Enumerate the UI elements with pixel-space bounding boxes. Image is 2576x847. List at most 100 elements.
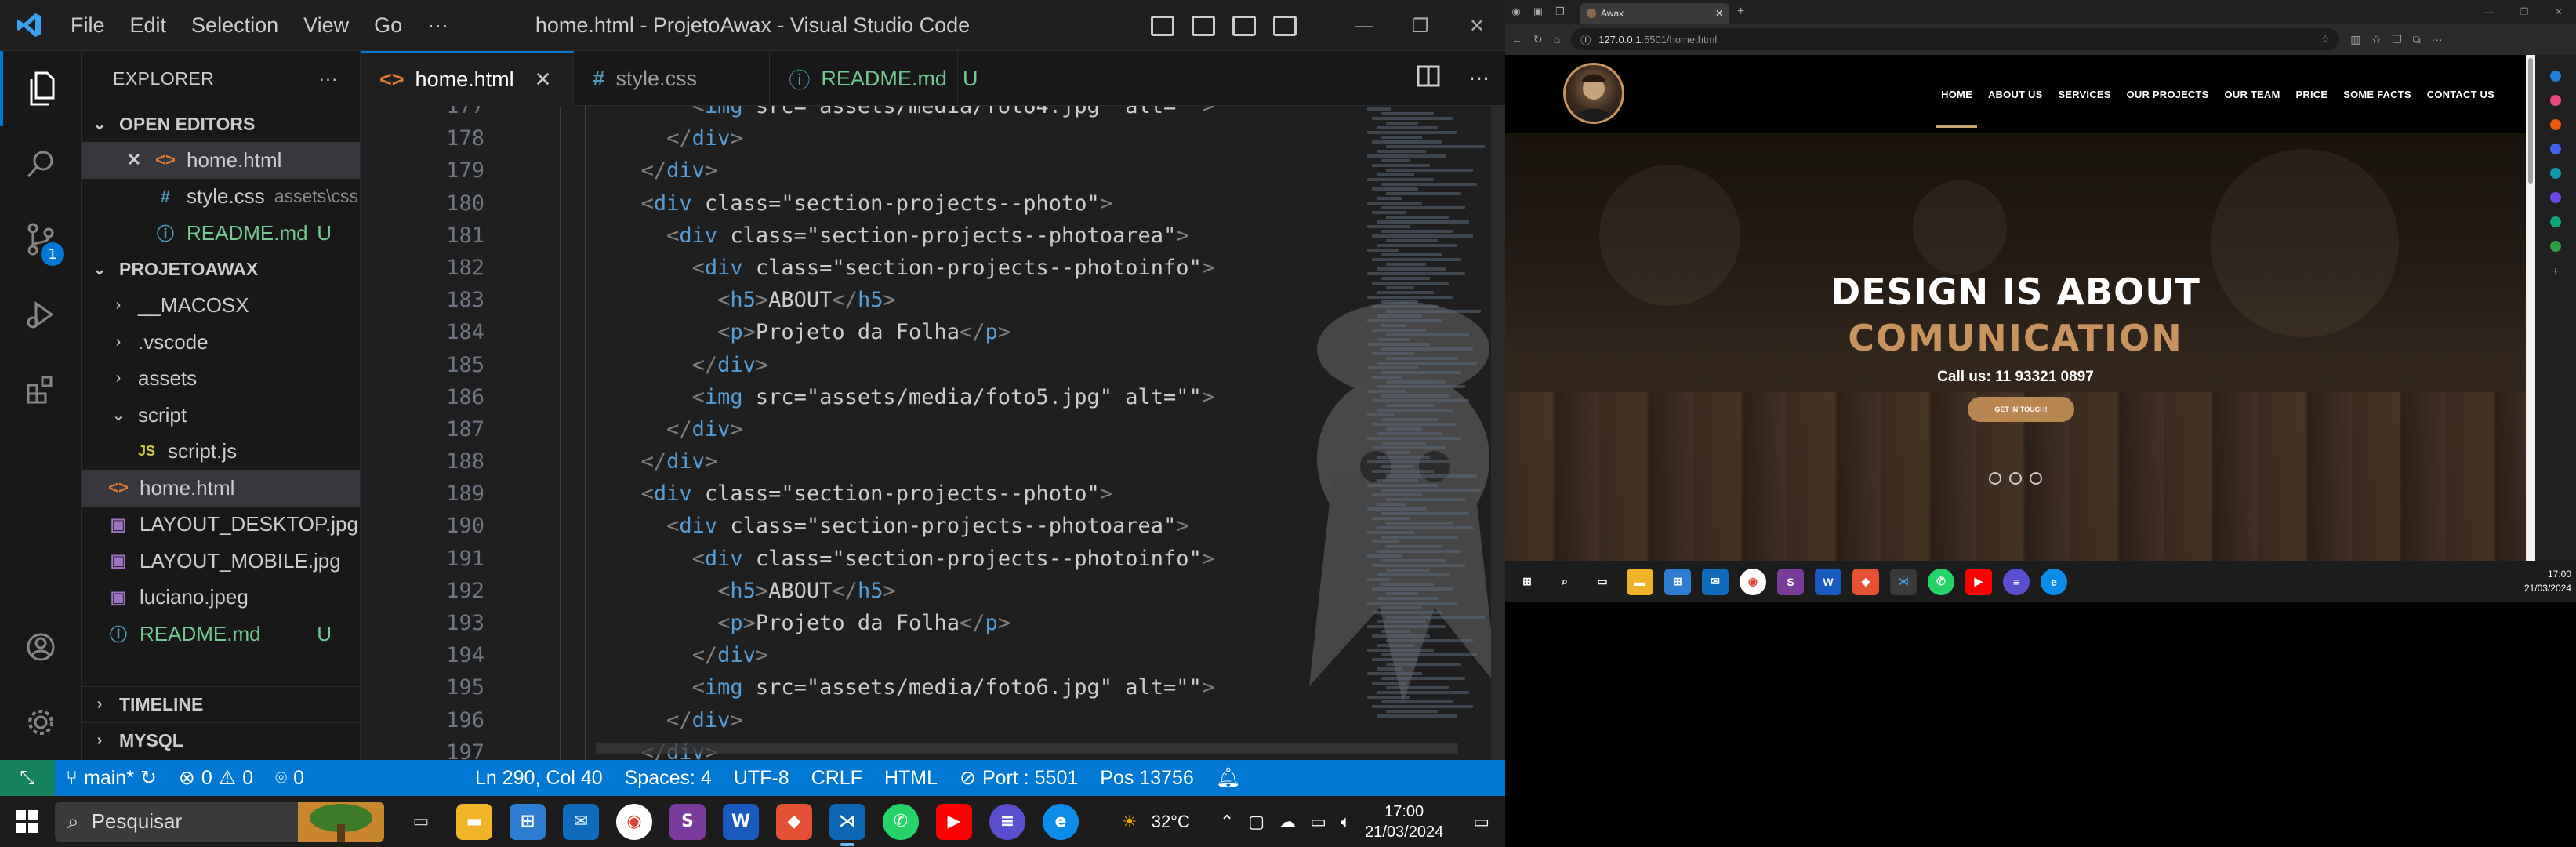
menu-more[interactable]: ··· <box>415 13 461 38</box>
nav-home[interactable]: HOME <box>1936 89 1977 128</box>
vscode-logo-icon[interactable] <box>0 0 58 51</box>
whatsapp-icon[interactable]: ✆ <box>1928 568 1954 595</box>
minimap[interactable] <box>1367 106 1485 760</box>
project-folder-header[interactable]: ⌄ PROJETOAWAX <box>82 252 360 288</box>
code-line[interactable]: <h5>ABOUT</h5> <box>513 284 1391 316</box>
file-home-html[interactable]: <> home.html <box>82 470 360 507</box>
code-line[interactable]: <div class="section-projects--photoarea"… <box>513 220 1391 252</box>
ms-store-icon[interactable]: ⊞ <box>510 803 546 840</box>
code-line[interactable]: </div> <box>513 445 1391 478</box>
word-icon[interactable]: W <box>723 803 759 840</box>
windows-start-icon[interactable]: ⊞ <box>1514 569 1540 595</box>
home-icon[interactable]: ⌂ <box>1554 33 1560 45</box>
notifications-bell-icon[interactable]: 🔔︎ <box>1205 767 1252 790</box>
split-editor-icon[interactable] <box>1417 65 1440 93</box>
office-icon[interactable] <box>2550 168 2561 179</box>
task-view-icon[interactable]: ▭ <box>1589 569 1616 595</box>
more-icon[interactable]: ··· <box>2432 33 2443 45</box>
file-readme[interactable]: ⓘ README.md U <box>82 616 360 653</box>
sublime-icon[interactable]: S <box>1777 568 1804 595</box>
carousel-dot[interactable] <box>2009 472 2022 485</box>
nav-our-projects[interactable]: OUR PROJECTS <box>2127 89 2209 100</box>
encoding[interactable]: UTF-8 <box>723 767 800 790</box>
code-line[interactable]: <div class="section-projects--photoarea"… <box>513 510 1391 542</box>
cursor-position[interactable]: Ln 290, Col 40 <box>464 767 614 790</box>
horizontal-scrollbar[interactable] <box>596 743 1458 754</box>
search-icon[interactable] <box>2550 71 2561 82</box>
chrome-icon[interactable]: ◉ <box>616 803 652 840</box>
weather-temp[interactable]: 32°C <box>1152 812 1190 832</box>
menu-edit[interactable]: Edit <box>118 13 180 38</box>
indentation[interactable]: Spaces: 4 <box>614 767 723 790</box>
code-line[interactable]: </div> <box>513 154 1391 187</box>
code-line[interactable]: </div> <box>513 349 1391 381</box>
file-script-js[interactable]: JS script.js <box>82 434 360 471</box>
live-server-port[interactable]: ⊘ Port : 5501 <box>949 766 1089 790</box>
sublime-icon[interactable]: S <box>669 803 706 840</box>
cloud-icon[interactable]: ☁ <box>1279 812 1296 832</box>
problems-indicator[interactable]: ⊗ 0 ⚠ 0 <box>168 766 264 790</box>
file-explorer-icon[interactable]: ▬ <box>1627 568 1653 595</box>
char-position[interactable]: Pos 13756 <box>1089 767 1205 790</box>
git-branch[interactable]: ⑂ main* ↻ <box>55 766 168 790</box>
timeline-header[interactable]: › TIMELINE <box>82 686 361 722</box>
folder-script[interactable]: ⌄ script <box>82 397 360 434</box>
get-in-touch-button[interactable]: GET IN TOUCH! <box>1968 397 2074 422</box>
app-icon[interactable]: ≡ <box>989 803 1025 840</box>
remote-indicator-icon[interactable]: ⤡ <box>0 760 55 796</box>
file-luciano[interactable]: ▣ luciano.jpeg <box>82 580 360 616</box>
code-line[interactable]: </div> <box>513 704 1391 736</box>
git-icon[interactable]: ◆ <box>776 803 812 840</box>
youtube-icon[interactable]: ▶ <box>936 803 972 840</box>
code-line[interactable]: </div> <box>513 639 1391 671</box>
toggle-secondary-sidebar-icon[interactable] <box>1232 15 1256 36</box>
clock[interactable]: 17:00 21/03/2024 <box>1365 802 1443 842</box>
youtube-icon[interactable]: ▶ <box>1965 568 1992 595</box>
nav-some-facts[interactable]: SOME FACTS <box>2343 89 2411 100</box>
network-icon[interactable]: ▭ <box>1310 812 1326 832</box>
explorer-more-actions-icon[interactable]: ··· <box>319 68 338 89</box>
menu-selection[interactable]: Selection <box>179 13 291 38</box>
vscode-taskbar-icon[interactable]: ⋊ <box>1890 568 1917 595</box>
file-layout-mobile[interactable]: ▣ LAYOUT_MOBILE.jpg <box>82 543 360 580</box>
favorite-star-icon[interactable]: ☆ <box>2321 33 2331 45</box>
drop-icon[interactable] <box>2550 216 2561 227</box>
extensions-icon[interactable] <box>0 352 82 427</box>
refresh-icon[interactable]: ↻ <box>1533 33 1543 46</box>
code-line[interactable]: <div class="section-projects--photoinfo"… <box>513 543 1391 575</box>
app-icon[interactable]: ≡ <box>2003 568 2030 595</box>
minimize-icon[interactable]: — <box>2473 0 2507 24</box>
extensions-icon[interactable]: ⧉ <box>2413 33 2421 46</box>
edge-icon[interactable]: e <box>1043 803 1079 840</box>
games-icon[interactable] <box>2550 144 2561 154</box>
restore-icon[interactable]: ❐ <box>1392 0 1449 51</box>
code-line[interactable]: <img src="assets/media/foto6.jpg" alt=""… <box>513 671 1391 703</box>
sync-icon[interactable]: ↻ <box>140 766 157 790</box>
battery-icon[interactable]: ▢ <box>1248 812 1264 832</box>
close-tab-icon[interactable]: ✕ <box>1715 8 1723 19</box>
tab-readme[interactable]: ⓘ README.md U <box>770 51 978 106</box>
site-logo[interactable] <box>1563 63 1624 124</box>
menu-go[interactable]: Go <box>361 13 415 38</box>
open-editors-header[interactable]: ⌄ OPEN EDITORS <box>82 106 360 142</box>
search-icon[interactable] <box>0 126 82 202</box>
weather-icon[interactable]: ☀ <box>1122 812 1137 832</box>
split-screen-icon[interactable]: ▥ <box>2350 33 2360 46</box>
show-hidden-icons-icon[interactable]: ⌃ <box>1220 812 1234 832</box>
code-line[interactable]: <p>Projeto da Folha</p> <box>513 316 1391 348</box>
shopping-icon[interactable] <box>2550 95 2561 106</box>
search-icon[interactable]: ⌕ <box>1551 569 1578 595</box>
new-tab-button[interactable]: + <box>1737 5 1744 19</box>
manage-gear-icon[interactable] <box>0 685 82 760</box>
nav-about-us[interactable]: ABOUT US <box>1988 89 2043 100</box>
tab-close-icon[interactable]: ✕ <box>535 67 552 92</box>
close-icon[interactable]: ✕ <box>1449 0 1505 51</box>
favorites-icon[interactable]: ✩ <box>2371 33 2381 46</box>
code-line[interactable]: <div class="section-projects--photoinfo"… <box>513 252 1391 284</box>
tab-home-html[interactable]: <> home.html ✕ <box>361 51 575 106</box>
collections-icon[interactable]: ❐ <box>2392 33 2402 46</box>
chrome-icon[interactable]: ◉ <box>1740 568 1766 595</box>
code-line[interactable]: <div class="section-projects--photo"> <box>513 187 1391 220</box>
folder-assets[interactable]: › assets <box>82 361 360 398</box>
file-explorer-icon[interactable]: ▬ <box>456 803 492 840</box>
